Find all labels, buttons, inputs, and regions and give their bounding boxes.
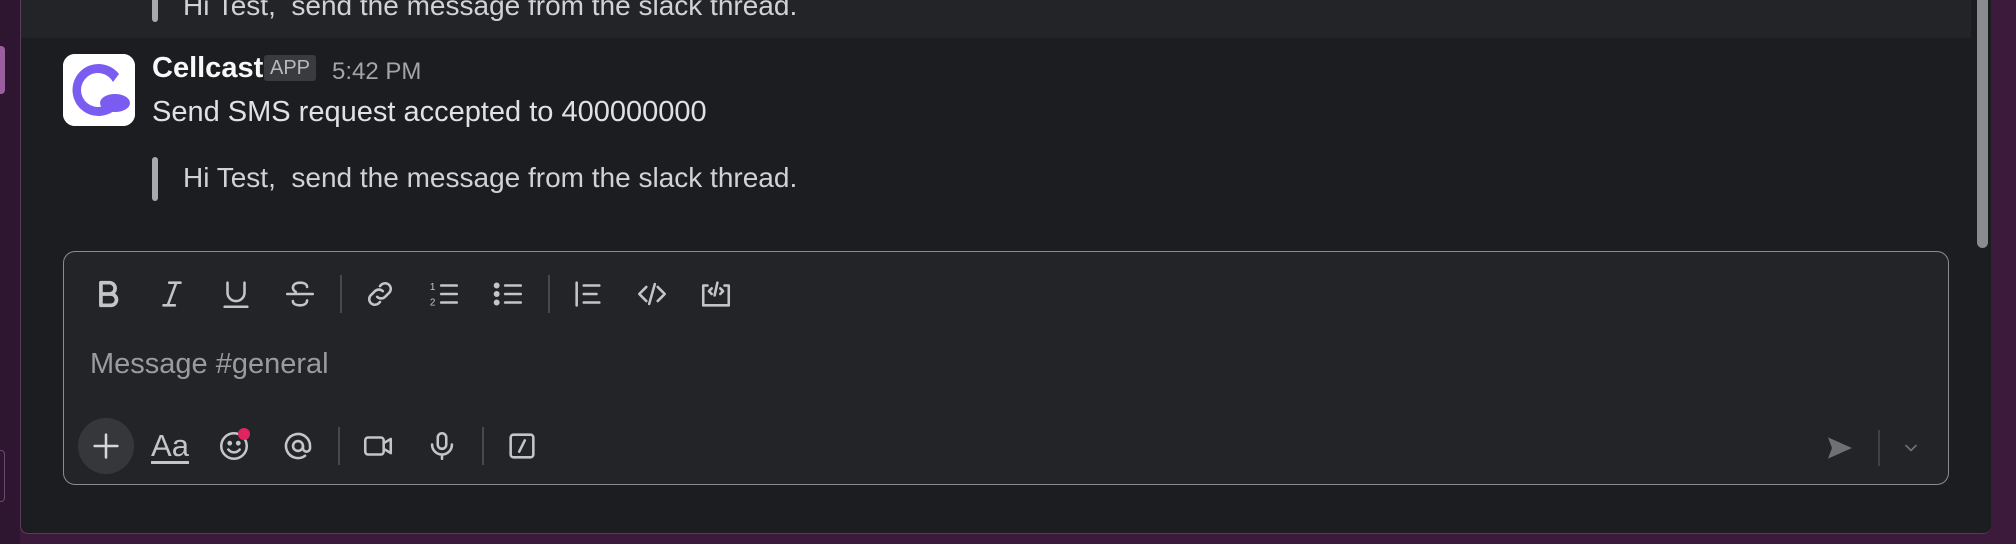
bulleted-list-button[interactable] [482, 268, 534, 320]
bold-icon [99, 280, 119, 308]
message-input[interactable]: Message #general [90, 348, 329, 381]
author-name[interactable]: Cellcast [152, 52, 263, 85]
italic-button[interactable] [146, 268, 198, 320]
notification-dot [238, 428, 250, 440]
send-icon [1828, 437, 1852, 459]
code-button[interactable] [626, 268, 678, 320]
link-icon [367, 281, 393, 307]
message-text: Send SMS request accepted to 400000000 [152, 96, 707, 128]
link-button[interactable] [354, 268, 406, 320]
schedule-dropdown-button[interactable] [1896, 433, 1926, 463]
chevron-down-icon [1905, 444, 1917, 452]
bold-button[interactable] [82, 268, 134, 320]
code-block-button[interactable] [690, 268, 742, 320]
video-button[interactable] [352, 420, 404, 472]
microphone-button[interactable] [416, 420, 468, 472]
code-block-icon [701, 281, 731, 307]
app-badge: APP [264, 55, 317, 81]
quote-bar [152, 157, 158, 201]
text-format-label: Aa [151, 428, 189, 463]
sidebar-tab[interactable] [0, 450, 5, 502]
svg-text:1: 1 [430, 282, 436, 293]
mention-button[interactable] [272, 420, 324, 472]
previous-message: Hi Test, send the message from the slack… [21, 0, 1971, 38]
avatar[interactable] [63, 54, 135, 126]
scroll-thumb[interactable] [1977, 0, 1988, 248]
slash-command-icon [509, 433, 535, 459]
message-composer[interactable]: 12 Message #general Aa [63, 251, 1949, 485]
svg-text:2: 2 [430, 297, 436, 308]
quote-text: Hi Test, send the message from the slack… [183, 162, 798, 193]
send-separator [1878, 430, 1880, 466]
active-workspace-indicator [0, 46, 5, 94]
slash-command-button[interactable] [496, 420, 548, 472]
underline-icon [223, 281, 249, 309]
message-timestamp[interactable]: 5:42 PM [332, 58, 421, 86]
ordered-list-button[interactable]: 12 [418, 268, 470, 320]
composer-actions: Aa [78, 418, 560, 474]
blockquote-button[interactable] [562, 268, 614, 320]
microphone-icon [430, 431, 454, 461]
ordered-list-icon: 12 [430, 282, 459, 308]
toolbar-separator [548, 275, 550, 313]
cellcast-logo-icon [63, 54, 135, 126]
format-toolbar: 12 [82, 268, 754, 320]
bulleted-list-icon [493, 282, 523, 306]
toolbar-separator [482, 427, 484, 465]
italic-icon [162, 281, 182, 307]
strikethrough-button[interactable] [274, 268, 326, 320]
text-format-button[interactable]: Aa [144, 420, 196, 472]
emoji-button[interactable] [208, 420, 260, 472]
toolbar-separator [340, 275, 342, 313]
blockquote-icon [575, 281, 601, 307]
quote-bar [152, 0, 158, 22]
send-button[interactable] [1818, 426, 1862, 470]
toolbar-separator [338, 427, 340, 465]
attach-button[interactable] [78, 418, 134, 474]
plus-icon [93, 433, 119, 459]
video-icon [363, 436, 393, 456]
workspace-sidebar-edge [0, 0, 20, 544]
scrollbar[interactable] [1971, 0, 1991, 533]
send-controls [1818, 426, 1926, 470]
quote-text: Hi Test, send the message from the slack… [183, 0, 798, 21]
channel-view: Hi Test, send the message from the slack… [20, 0, 1991, 534]
mention-icon [284, 432, 312, 460]
code-icon [637, 282, 667, 306]
strikethrough-icon [285, 281, 315, 307]
underline-button[interactable] [210, 268, 262, 320]
message-item[interactable]: Cellcast APP 5:42 PM Send SMS request ac… [21, 38, 1971, 238]
